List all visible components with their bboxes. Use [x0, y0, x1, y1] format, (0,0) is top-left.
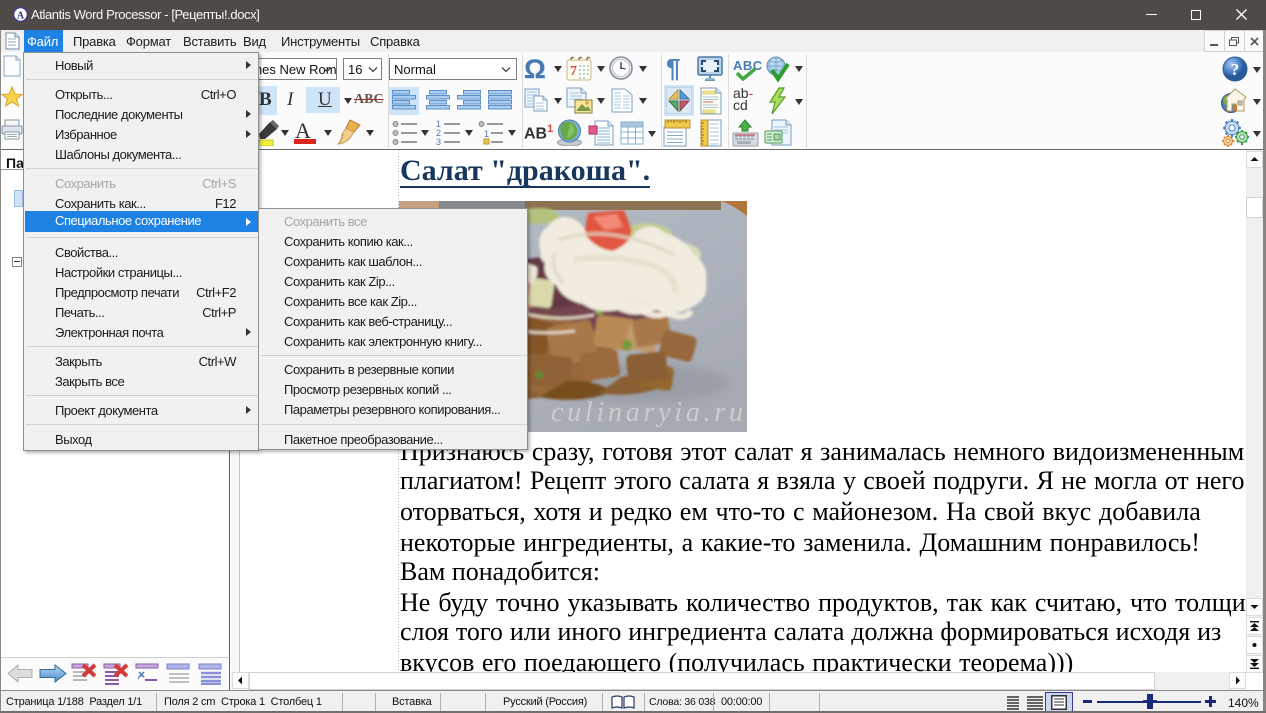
svg-text:?: ?	[1231, 60, 1240, 79]
svg-text:1: 1	[484, 129, 489, 139]
svg-text:culinaryia.ru: culinaryia.ru	[551, 397, 743, 428]
svg-text:A: A	[17, 10, 25, 21]
svg-text:3: 3	[436, 137, 441, 146]
svg-text:7: 7	[570, 64, 577, 79]
